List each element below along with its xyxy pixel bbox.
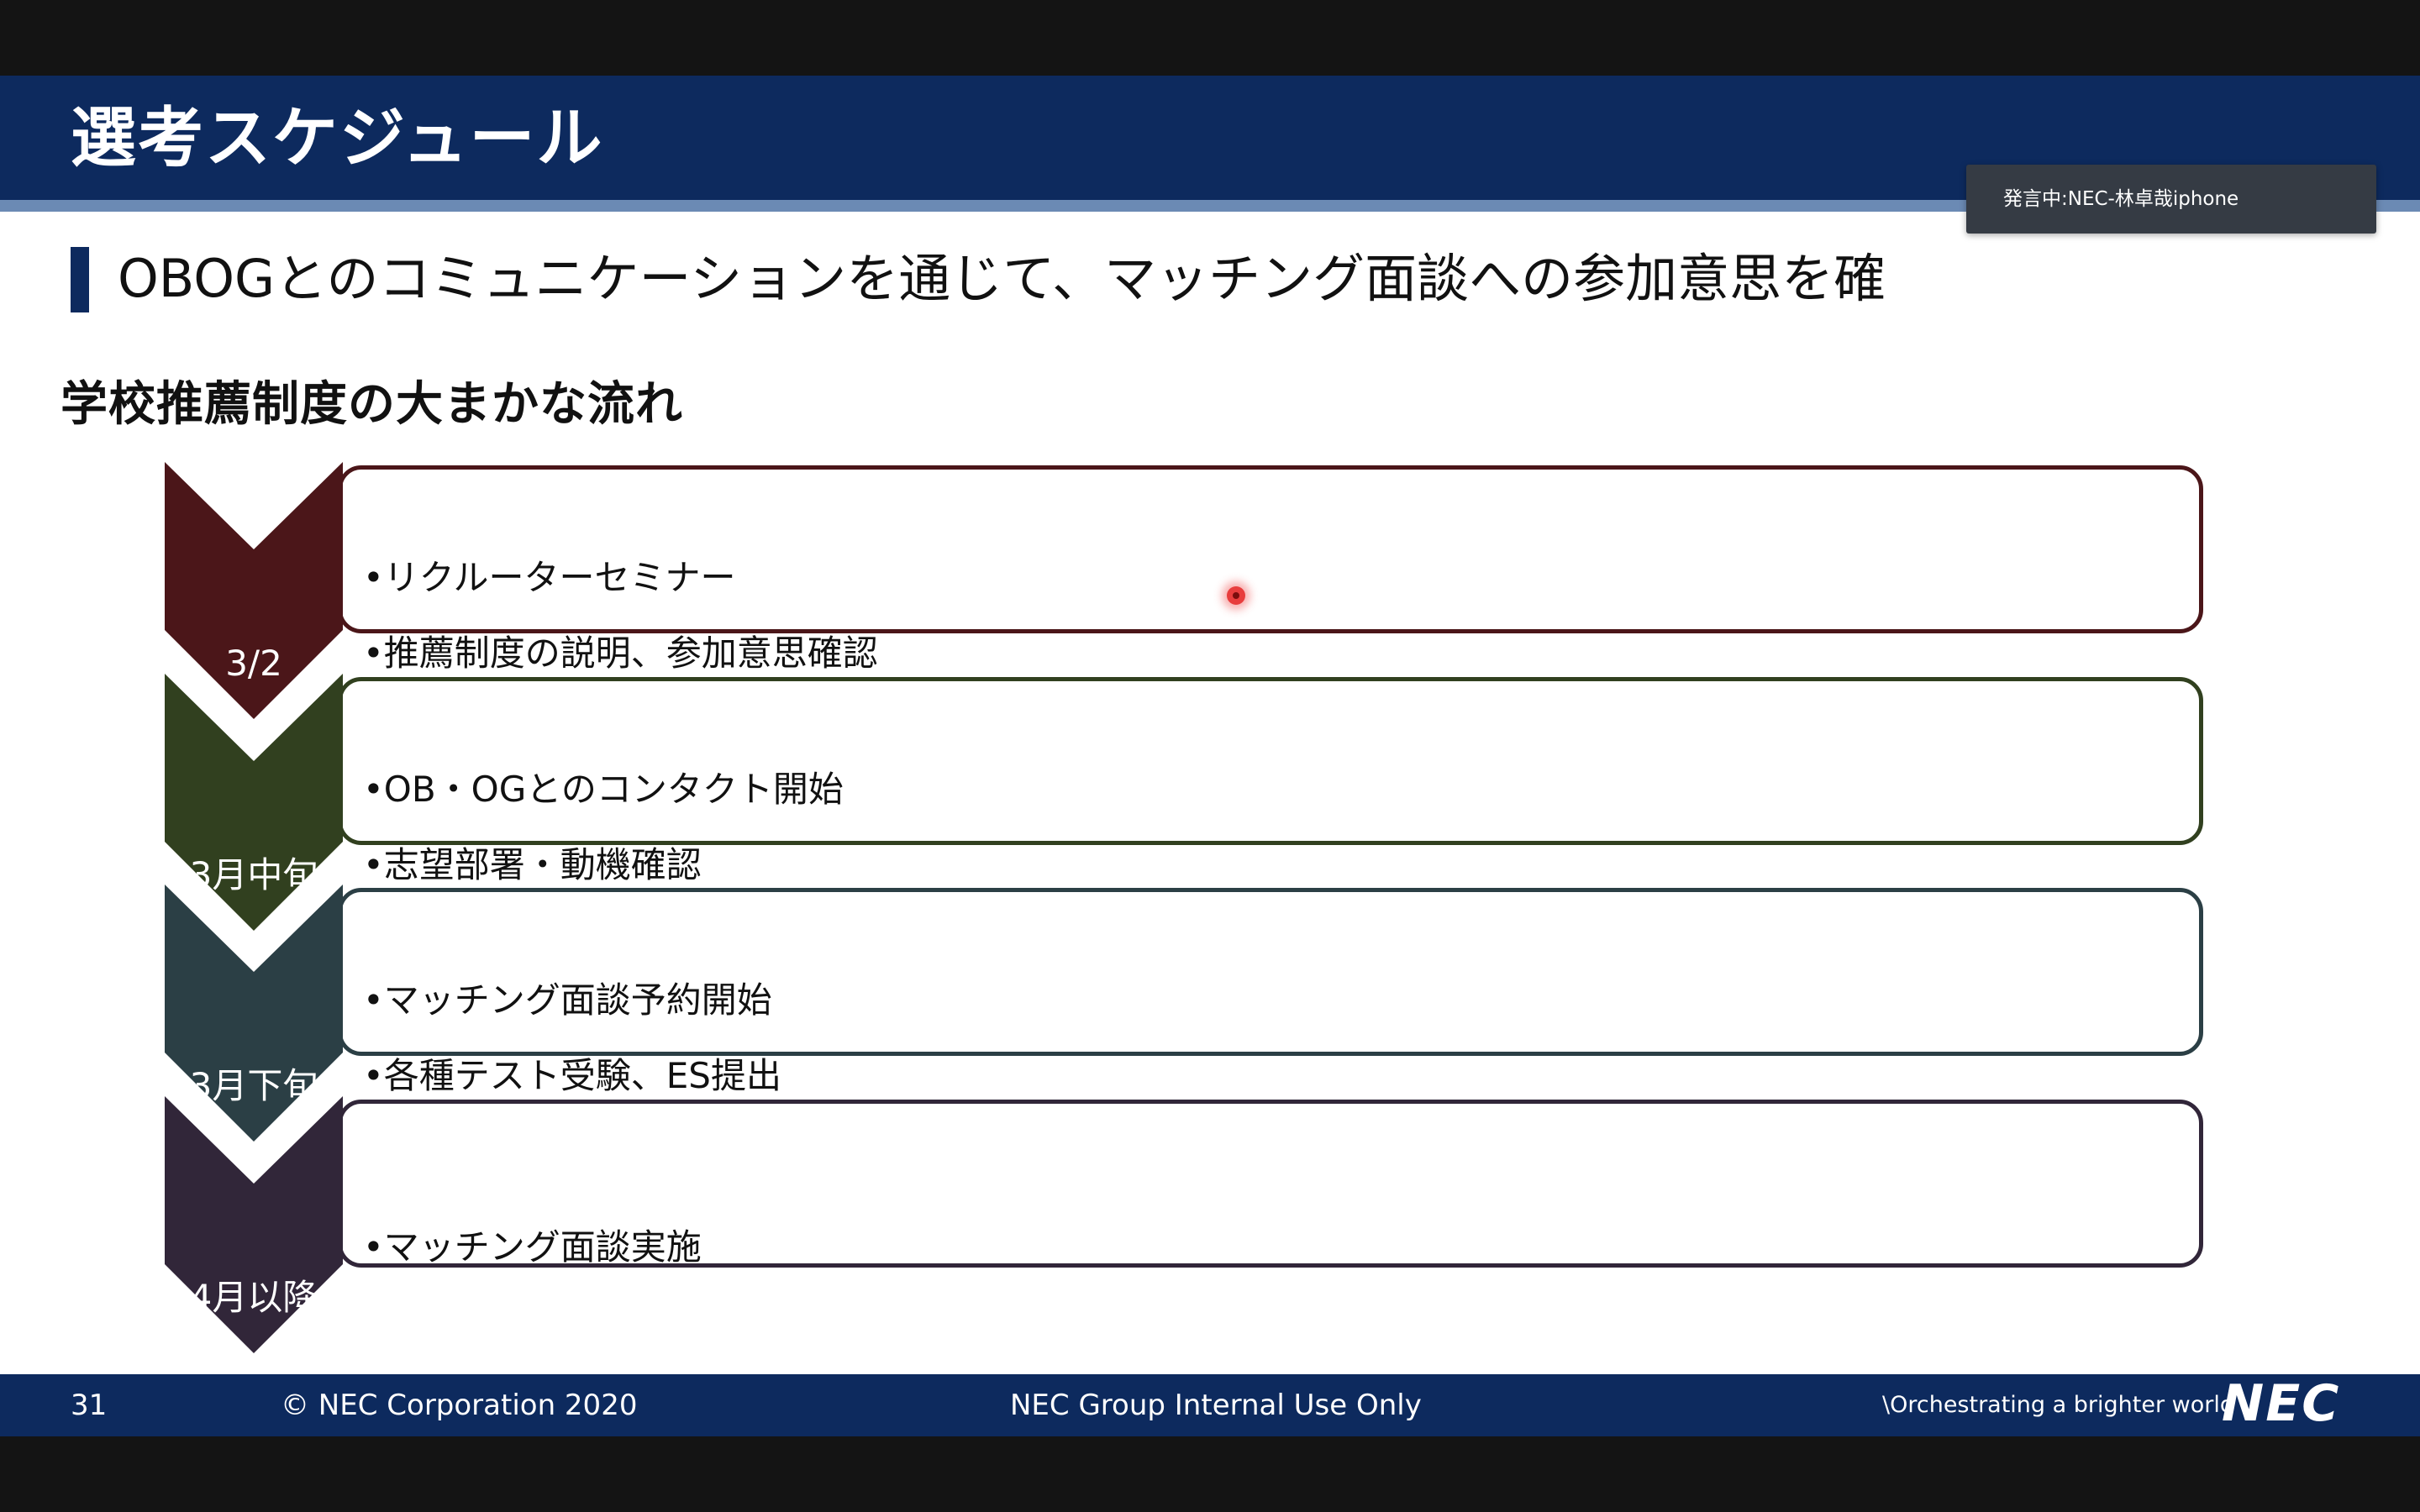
lead-text: OBOGとのコミュニケーションを通じて、マッチング面談への参加意思を確 [118,248,1886,309]
slide-footer: 31 © NEC Corporation 2020 NEC Group Inte… [0,1374,2420,1436]
lead-marker [71,247,89,312]
timeline-step-2: 3月中旬 •OB・OGとのコンタクト開始 •志望部署・動機確認 [165,674,2207,931]
classification-label: NEC Group Internal Use Only [1010,1389,1422,1422]
step-bullet: •マッチング面談実施 [363,1226,702,1268]
step-bullet: •各種テスト受験、ES提出 [363,1055,781,1096]
active-speaker-popup: 発言中:NEC-林卓哉iphone [1966,165,2376,234]
slide-title: 選考スケジュール [71,101,604,176]
nec-logo: NEC [2222,1374,2341,1433]
step-bullet: •志望部署・動機確認 [363,844,702,885]
laser-pointer-icon [1227,586,1245,605]
section-heading: 学校推薦制度の大まかな流れ [60,377,683,432]
step-box [338,888,2203,1056]
page-number: 31 [71,1389,108,1422]
copyright: © NEC Corporation 2020 [281,1389,638,1422]
step-bullet: •リクルーターセミナー [363,557,736,598]
timeline-step-3: 3月下旬 •マッチング面談予約開始 •各種テスト受験、ES提出 [165,885,2207,1142]
timeline-step-1: 3/2 •リクルーターセミナー •推薦制度の説明、参加意思確認 [165,462,2207,719]
step-box [338,465,2203,633]
step-date: 4月以降 [189,1277,318,1318]
step-bullet: •OB・OGとのコンタクト開始 [363,769,844,810]
step-bullet: •マッチング面談予約開始 [363,979,772,1021]
presentation-slide: 選考スケジュール OBOGとのコミュニケーションを通じて、マッチング面談への参加… [0,76,2420,1436]
step-bullet: •推薦制度の説明、参加意思確認 [363,633,878,674]
step-box [338,677,2203,845]
timeline-step-4: 4月以降 •マッチング面談実施 [165,1096,2207,1353]
tagline: \Orchestrating a brighter world [1882,1392,2234,1418]
